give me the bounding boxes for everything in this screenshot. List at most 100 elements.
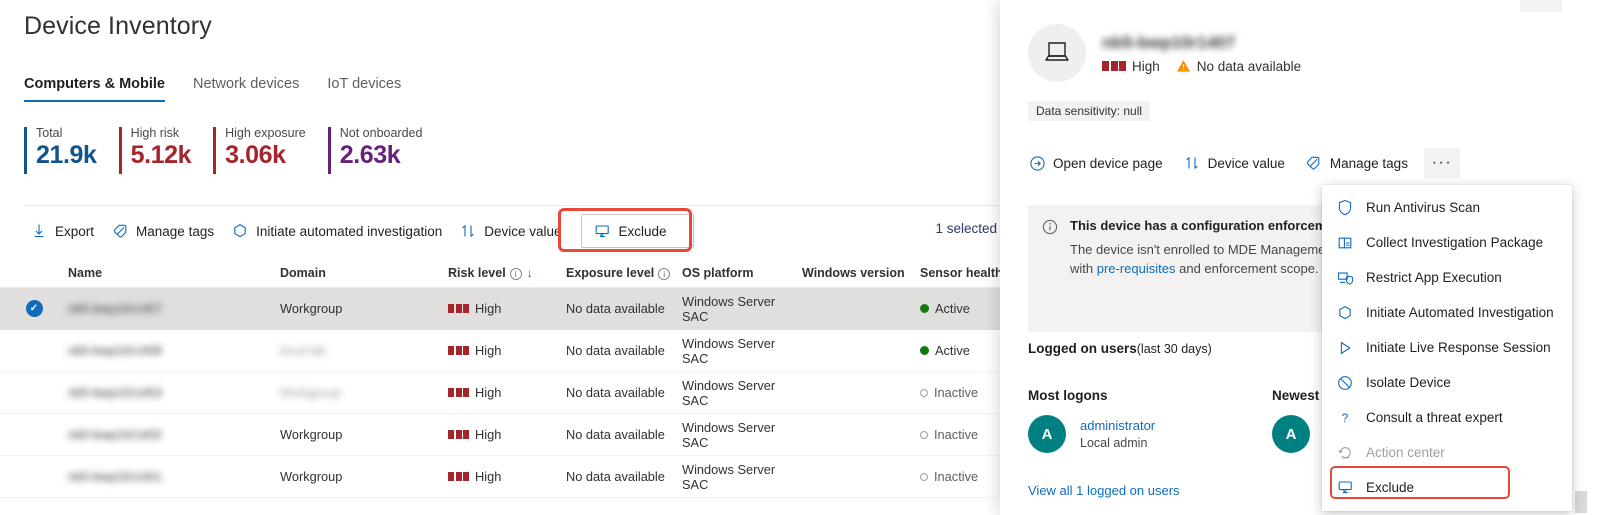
screen: Device Inventory Computers & Mobile Netw… [0,0,1610,515]
table-row[interactable]: nb5-bwp10r1401 Workgroup High No data av… [0,456,1005,498]
risk-value: High [475,385,502,400]
exposure-value: No data available [566,301,665,316]
row-checkbox[interactable]: ✓ [0,300,68,317]
exclude-button[interactable]: Exclude [580,214,694,248]
menu-item-run-antivirus-scan[interactable]: Run Antivirus Scan [1322,190,1572,225]
cell-name[interactable]: nb5-bwp10r1408 [68,343,280,358]
cell-name[interactable]: nb5-bwp10r1402 [68,427,280,442]
most-logons-column: Most logons A administrator Local admin [1028,388,1155,453]
os-value: Windows Server SAC [682,335,776,366]
export-button[interactable]: Export [24,216,103,246]
user-role: Local admin [1080,436,1148,450]
device-name-redacted: nb5-bwp10r1408 [68,344,162,358]
exposure-value: No data available [566,427,665,442]
exposure-label: No data available [1196,58,1302,74]
device-meta: nb5-bwp10r1407 High No data available [1102,33,1301,74]
cell-domain: Workgroup [280,427,448,442]
manage-tags-button[interactable]: Manage tags [1305,154,1408,172]
logged-on-users-period: (last 30 days) [1136,342,1212,356]
col-header-risk-level[interactable]: Risk level i ↓ [448,266,566,280]
block-icon [1336,374,1354,392]
cell-sensor-health: Inactive [920,469,1005,484]
tab-computers-mobile[interactable]: Computers & Mobile [24,72,165,102]
col-header-os-platform[interactable]: OS platform [682,266,802,280]
tab-iot-devices[interactable]: IoT devices [327,72,401,102]
kpi-value: 21.9k [36,140,97,169]
menu-item-consult-a-threat-expert[interactable]: ? Consult a threat expert [1322,400,1572,435]
risk-label: High [1132,58,1160,74]
cell-domain: Workgroup [280,385,448,400]
menu-item-collect-investigation-package[interactable]: Collect Investigation Package [1322,225,1572,260]
user-name-link[interactable]: administrator [1080,418,1155,433]
menu-item-exclude[interactable]: Exclude [1322,470,1572,505]
col-header-windows-version[interactable]: Windows version [802,266,920,280]
risk-value: High [475,469,502,484]
device-value-button[interactable]: Device value [1183,154,1285,172]
cell-exposure-level: No data available [566,469,682,484]
menu-item-label: Restrict App Execution [1366,270,1502,285]
col-header-exposure-level[interactable]: Exposure level i [566,266,682,280]
col-header-label: Exposure level [566,265,655,280]
menu-item-initiate-live-response-session[interactable]: Initiate Live Response Session [1322,330,1572,365]
initiate-automated-investigation-button[interactable]: Initiate automated investigation [225,216,451,246]
panel-close-button[interactable] [1572,0,1598,12]
cell-exposure-level: No data available [566,301,682,316]
menu-item-isolate-device[interactable]: Isolate Device [1322,365,1572,400]
device-inventory-main: Device Inventory Computers & Mobile Netw… [0,0,1005,515]
menu-item-label: Initiate Automated Investigation [1366,305,1554,320]
domain-value: Workgroup [280,386,341,400]
open-device-page-button[interactable]: Open device page [1028,154,1163,172]
menu-item-restrict-app-execution[interactable]: Restrict App Execution [1322,260,1572,295]
col-header-name[interactable]: Name [68,266,280,280]
kpi-label: High exposure [225,126,306,140]
pre-requisites-link[interactable]: pre-requisites [1097,261,1176,276]
device-value-button[interactable]: Device value [453,216,570,246]
risk-bars-icon [448,304,469,313]
logged-on-users-label: Logged on users [1028,341,1137,356]
table-row[interactable]: nb5-bwp10r1403 Workgroup High No data av… [0,372,1005,414]
col-header-sensor-health[interactable]: Sensor health s [920,266,1005,280]
info-icon[interactable]: i [658,267,671,280]
status-dot-inactive [920,430,928,439]
newest-logon-user: A [1272,415,1327,453]
manage-tags-button[interactable]: Manage tags [105,216,223,246]
table-row[interactable]: nb5-bwp10r1402 Workgroup High No data av… [0,414,1005,456]
kpi-accent-bar [213,127,217,174]
arrow-right-circle-icon [1028,154,1046,172]
col-header-domain[interactable]: Domain [280,266,448,280]
cell-domain: local lab [280,343,448,358]
info-icon[interactable]: i [509,267,522,280]
exposure-value: No data available [566,343,665,358]
kpi-accent-bar [24,127,27,174]
view-all-logged-on-users-link[interactable]: View all 1 logged on users [1028,483,1180,498]
toolbar-label: Device value [484,223,562,239]
monitor-exclude-icon [594,222,612,240]
panel-pin-button[interactable] [1520,0,1562,12]
cell-name[interactable]: nb5-bwp10r1403 [68,385,280,400]
os-value: Windows Server SAC [682,293,776,324]
risk-value: High [475,343,502,358]
cell-exposure-level: No data available [566,385,682,400]
action-label: Manage tags [1329,155,1408,171]
selected-count-label: 1 selected [935,221,997,236]
more-actions-button[interactable]: ··· [1423,148,1460,178]
package-icon [1336,234,1354,252]
cell-name[interactable]: nb5-bwp10r1407 [68,301,280,316]
kpi-label: Total [36,126,63,140]
cell-risk-level: High [448,301,566,316]
menu-item-initiate-automated-investigation[interactable]: Initiate Automated Investigation [1322,295,1572,330]
risk-bars-icon [448,472,469,481]
scrollbar-thumb[interactable] [1575,491,1587,513]
menu-item-action-center: Action center [1322,435,1572,470]
table-row[interactable]: nb5-bwp10r1408 local lab High No data av… [0,330,1005,372]
shield-icon [1336,199,1354,217]
sensor-value: Inactive [934,427,979,442]
kpi-value: 3.06k [225,140,286,169]
sort-descending-icon: ↓ [526,265,533,280]
domain-value: local lab [280,344,326,358]
cell-os-platform: Windows Server SAC [682,336,802,366]
table-row[interactable]: ✓ nb5-bwp10r1407 Workgroup High No data … [0,288,1005,330]
laptop-icon [1028,24,1086,82]
tab-network-devices[interactable]: Network devices [193,72,299,102]
cell-name[interactable]: nb5-bwp10r1401 [68,469,280,484]
